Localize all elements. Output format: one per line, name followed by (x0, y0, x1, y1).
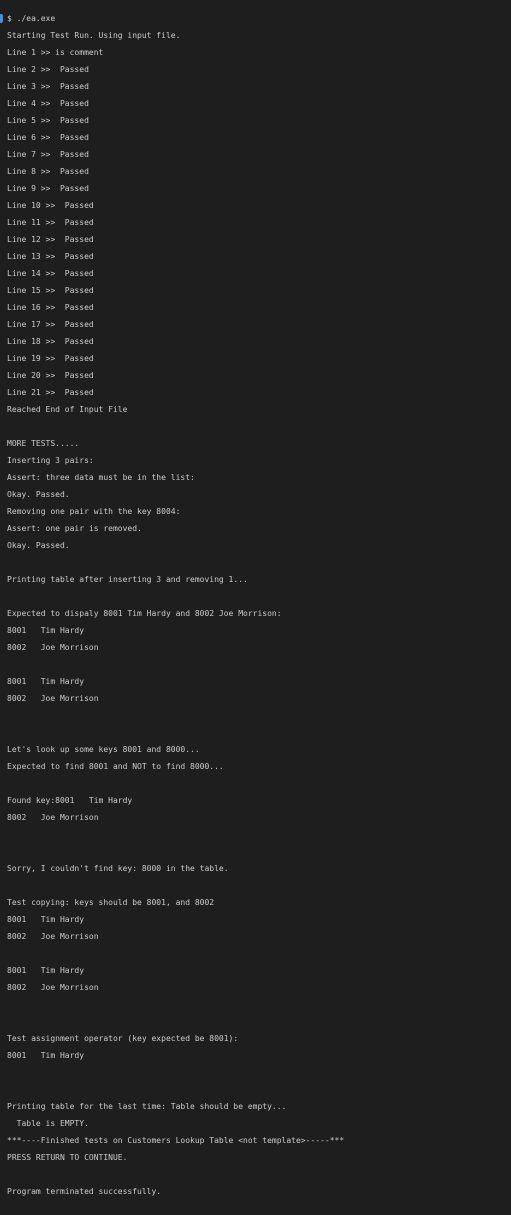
output-line: Table is EMPTY. (7, 1119, 89, 1128)
output-line: 8002 Joe Morrison (7, 694, 99, 703)
output-line: Line 20 >> Passed (7, 371, 94, 380)
output-line: Assert: three data must be in the list: (7, 473, 195, 482)
output-line: Line 12 >> Passed (7, 235, 94, 244)
output-line: Line 1 >> is comment (7, 48, 104, 57)
output-line: Let's look up some keys 8001 and 8000... (7, 745, 200, 754)
output-line: MORE TESTS..... (7, 439, 80, 448)
output-line: Inserting 3 pairs: (7, 456, 94, 465)
output-line: Test assignment operator (key expected b… (7, 1034, 239, 1043)
output-line: Line 16 >> Passed (7, 303, 94, 312)
output-line: 8001 Tim Hardy (7, 966, 85, 975)
output-line: 8001 Tim Hardy (7, 626, 85, 635)
output-line: Line 18 >> Passed (7, 337, 94, 346)
output-line: Test copying: keys should be 8001, and 8… (7, 898, 215, 907)
output-line: Reached End of Input File (7, 405, 128, 414)
output-line: Line 21 >> Passed (7, 388, 94, 397)
output-line: Line 5 >> Passed (7, 116, 89, 125)
output-line: Line 2 >> Passed (7, 65, 89, 74)
output-line: Line 10 >> Passed (7, 201, 94, 210)
output-line: Line 13 >> Passed (7, 252, 94, 261)
output-line: Line 19 >> Passed (7, 354, 94, 363)
output-line: 8001 Tim Hardy (7, 1051, 85, 1060)
output-line: 8002 Joe Morrison (7, 813, 99, 822)
output-line: ***----Finished tests on Customers Looku… (7, 1136, 345, 1145)
output-line: 8001 Tim Hardy (7, 915, 85, 924)
output-line: Program terminated successfully. (7, 1187, 162, 1196)
command-line: $ ./ea.exe (7, 14, 56, 23)
output-line: Line 3 >> Passed (7, 82, 89, 91)
output-line: Line 11 >> Passed (7, 218, 94, 227)
output-line: Starting Test Run. Using input file. (7, 31, 181, 40)
output-line: Expected to dispaly 8001 Tim Hardy and 8… (7, 609, 282, 618)
output-line: Line 15 >> Passed (7, 286, 94, 295)
output-line: Printing table for the last time: Table … (7, 1102, 287, 1111)
output-line: 8002 Joe Morrison (7, 932, 99, 941)
terminal-output[interactable]: $ ./ea.exe Starting Test Run. Using input… (0, 0, 511, 1215)
output-line: Line 7 >> Passed (7, 150, 89, 159)
output-line: Line 4 >> Passed (7, 99, 89, 108)
output-line: Expected to find 8001 and NOT to find 80… (7, 762, 224, 771)
output-line: PRESS RETURN TO CONTINUE. (7, 1153, 128, 1162)
output-line: Okay. Passed. (7, 490, 70, 499)
output-line: Found key:8001 Tim Hardy (7, 796, 133, 805)
output-line: Removing one pair with the key 8004: (7, 507, 181, 516)
output-line: Okay. Passed. (7, 541, 70, 550)
output-line: Line 9 >> Passed (7, 184, 89, 193)
output-line: Assert: one pair is removed. (7, 524, 142, 533)
output-line: Line 8 >> Passed (7, 167, 89, 176)
output-line: Printing table after inserting 3 and rem… (7, 575, 248, 584)
output-line: Line 17 >> Passed (7, 320, 94, 329)
output-line: 8002 Joe Morrison (7, 983, 99, 992)
output-line: 8001 Tim Hardy (7, 677, 85, 686)
output-line: Line 14 >> Passed (7, 269, 94, 278)
output-line: Line 6 >> Passed (7, 133, 89, 142)
output-line: 8002 Joe Morrison (7, 643, 99, 652)
output-line: Sorry, I couldn't find key: 8000 in the … (7, 864, 229, 873)
